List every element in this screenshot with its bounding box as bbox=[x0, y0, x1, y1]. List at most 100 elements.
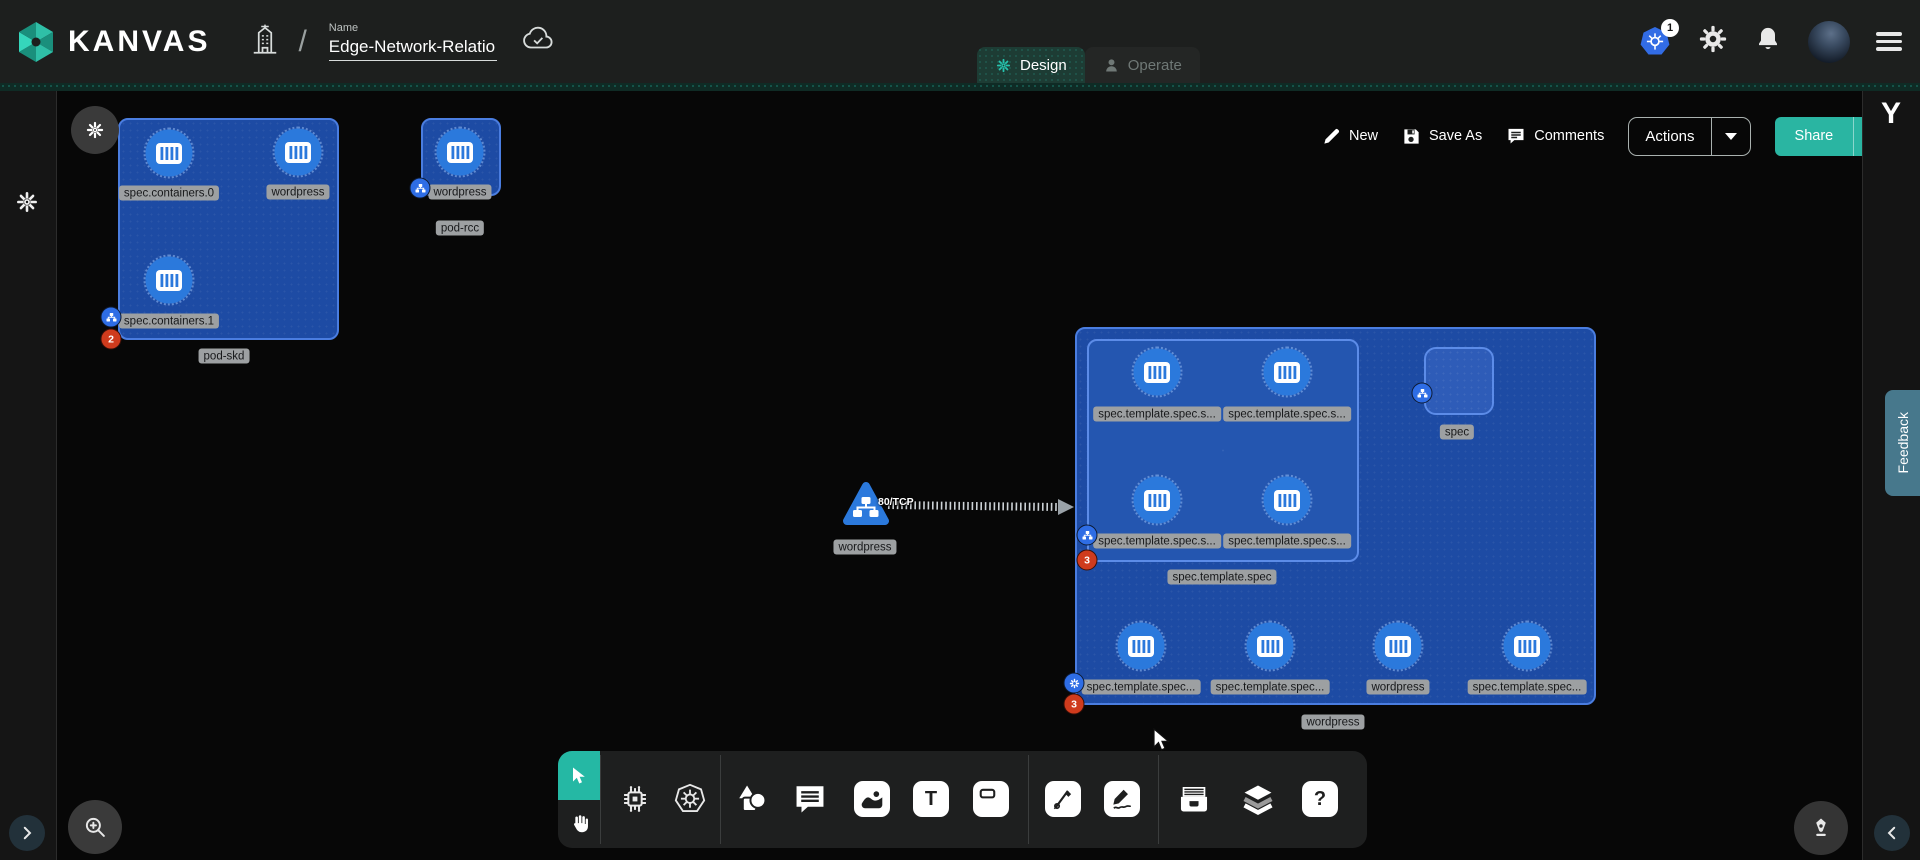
container-node[interactable] bbox=[275, 129, 322, 176]
count-badge[interactable]: 3 bbox=[1064, 694, 1085, 715]
chip-icon bbox=[619, 783, 651, 815]
components-tool-button[interactable] bbox=[617, 781, 653, 817]
node-label: spec.template.spec... bbox=[1082, 680, 1201, 695]
relationship-badge[interactable] bbox=[1412, 383, 1433, 404]
pen-tool-button[interactable] bbox=[1045, 781, 1081, 817]
settings-gear-icon[interactable] bbox=[1698, 24, 1728, 59]
tab-design[interactable]: Design bbox=[977, 47, 1085, 83]
user-avatar[interactable] bbox=[1808, 21, 1850, 63]
select-tool-button[interactable] bbox=[558, 751, 600, 800]
feedback-label: Feedback bbox=[1895, 412, 1911, 473]
relationship-badge[interactable] bbox=[1077, 525, 1098, 546]
freehand-draw-tool-button[interactable] bbox=[1104, 781, 1140, 817]
container-node[interactable] bbox=[1134, 477, 1181, 524]
container-node[interactable] bbox=[1264, 477, 1311, 524]
kubernetes-context-button[interactable]: 1 bbox=[1638, 25, 1672, 59]
expand-left-panel-button[interactable] bbox=[9, 815, 45, 851]
node-label: spec bbox=[1440, 425, 1474, 440]
ink-pen-button[interactable] bbox=[1794, 801, 1848, 855]
y-icon[interactable]: Y bbox=[1881, 97, 1901, 131]
node-label: wordpress bbox=[833, 540, 896, 555]
kanvas-logo-icon bbox=[14, 20, 58, 64]
design-actions-toolbar: New Save As Comments Actions bbox=[1322, 116, 1904, 156]
node-label: spec.template.spec.s... bbox=[1093, 534, 1221, 549]
image-tool-button[interactable] bbox=[854, 781, 890, 817]
shapes-tool-button[interactable] bbox=[734, 781, 770, 817]
caret-down-icon bbox=[1725, 133, 1737, 140]
node-label: wordpress bbox=[1366, 680, 1429, 695]
shapes-icon bbox=[735, 782, 769, 816]
pen-tool-icon bbox=[1050, 786, 1076, 812]
operate-person-icon bbox=[1103, 57, 1120, 74]
hamburger-menu-icon[interactable] bbox=[1876, 32, 1902, 51]
toolbar-divider bbox=[1158, 755, 1159, 844]
sticky-note-tool-button[interactable] bbox=[973, 781, 1009, 817]
group-label: wordpress bbox=[1301, 715, 1364, 730]
save-as-label: Save As bbox=[1429, 128, 1482, 144]
count-badge[interactable]: 2 bbox=[101, 329, 122, 350]
network-edge[interactable] bbox=[886, 492, 1078, 520]
help-tool-button[interactable]: ? bbox=[1302, 781, 1338, 817]
kubernetes-tool-button[interactable] bbox=[672, 781, 708, 817]
meshery-swirl-icon[interactable] bbox=[14, 189, 40, 220]
pen-nib-icon bbox=[1809, 816, 1833, 840]
container-node[interactable] bbox=[146, 257, 193, 304]
node-label: spec.template.spec.s... bbox=[1093, 407, 1221, 422]
floppy-disk-icon bbox=[1402, 127, 1421, 146]
new-button[interactable]: New bbox=[1322, 127, 1378, 146]
node-label: wordpress bbox=[266, 185, 329, 200]
kubernetes-context-count: 1 bbox=[1661, 19, 1679, 37]
archive-tool-button[interactable] bbox=[1176, 781, 1212, 817]
new-label: New bbox=[1349, 128, 1378, 144]
text-tool-button[interactable]: T bbox=[913, 781, 949, 817]
container-node[interactable] bbox=[1264, 349, 1311, 396]
comments-button[interactable]: Comments bbox=[1506, 126, 1604, 146]
cloud-sync-icon bbox=[521, 26, 555, 57]
node-label: spec.template.spec... bbox=[1468, 680, 1587, 695]
canvas-tool-palette: T bbox=[558, 751, 1367, 848]
container-node[interactable] bbox=[437, 129, 484, 176]
relationship-badge[interactable] bbox=[410, 178, 431, 199]
spec-node[interactable] bbox=[1424, 347, 1494, 415]
container-node[interactable] bbox=[1375, 623, 1422, 670]
pencil-scribble-icon bbox=[1109, 786, 1135, 812]
sitemap-icon bbox=[1081, 529, 1093, 541]
actions-label: Actions bbox=[1629, 128, 1710, 145]
zoom-in-icon bbox=[82, 814, 108, 840]
design-name-input[interactable] bbox=[329, 36, 497, 61]
layers-tool-button[interactable] bbox=[1240, 781, 1276, 817]
actions-button[interactable]: Actions bbox=[1628, 117, 1750, 156]
building-icon[interactable] bbox=[250, 22, 280, 61]
canvas-settings-button[interactable] bbox=[71, 106, 119, 154]
expand-right-panel-button[interactable] bbox=[1874, 815, 1910, 851]
layers-icon bbox=[1241, 782, 1275, 816]
container-node[interactable] bbox=[1118, 623, 1165, 670]
header-accent-strip bbox=[0, 83, 1920, 91]
feedback-tab[interactable]: Feedback bbox=[1885, 390, 1920, 496]
node-label: spec.containers.1 bbox=[119, 314, 219, 329]
drawer-icon bbox=[1177, 782, 1211, 816]
toolbar-divider bbox=[600, 755, 601, 844]
help-glyph: ? bbox=[1314, 788, 1326, 811]
notifications-bell-icon[interactable] bbox=[1754, 25, 1782, 58]
zoom-search-button[interactable] bbox=[68, 800, 122, 854]
meshery-badge[interactable] bbox=[1064, 673, 1085, 694]
breadcrumb-separator: / bbox=[298, 25, 306, 59]
tab-operate[interactable]: Operate bbox=[1085, 47, 1200, 83]
kanvas-logo[interactable]: KANVAS bbox=[14, 20, 210, 64]
relationship-badge[interactable] bbox=[101, 307, 122, 328]
actions-dropdown-button[interactable] bbox=[1712, 133, 1750, 140]
pan-tool-button[interactable] bbox=[558, 800, 600, 848]
container-node[interactable] bbox=[1247, 623, 1294, 670]
container-node[interactable] bbox=[146, 130, 193, 177]
group-spec-template-spec[interactable] bbox=[1087, 339, 1359, 562]
count-badge[interactable]: 3 bbox=[1077, 550, 1098, 571]
node-label: wordpress bbox=[428, 185, 491, 200]
save-as-button[interactable]: Save As bbox=[1402, 127, 1482, 146]
group-label: pod-skd bbox=[199, 349, 250, 364]
text-tool-glyph: T bbox=[925, 788, 937, 811]
comment-tool-button[interactable] bbox=[792, 781, 828, 817]
mode-tabs: Design Operate bbox=[977, 47, 1200, 83]
container-node[interactable] bbox=[1504, 623, 1551, 670]
container-node[interactable] bbox=[1134, 349, 1181, 396]
